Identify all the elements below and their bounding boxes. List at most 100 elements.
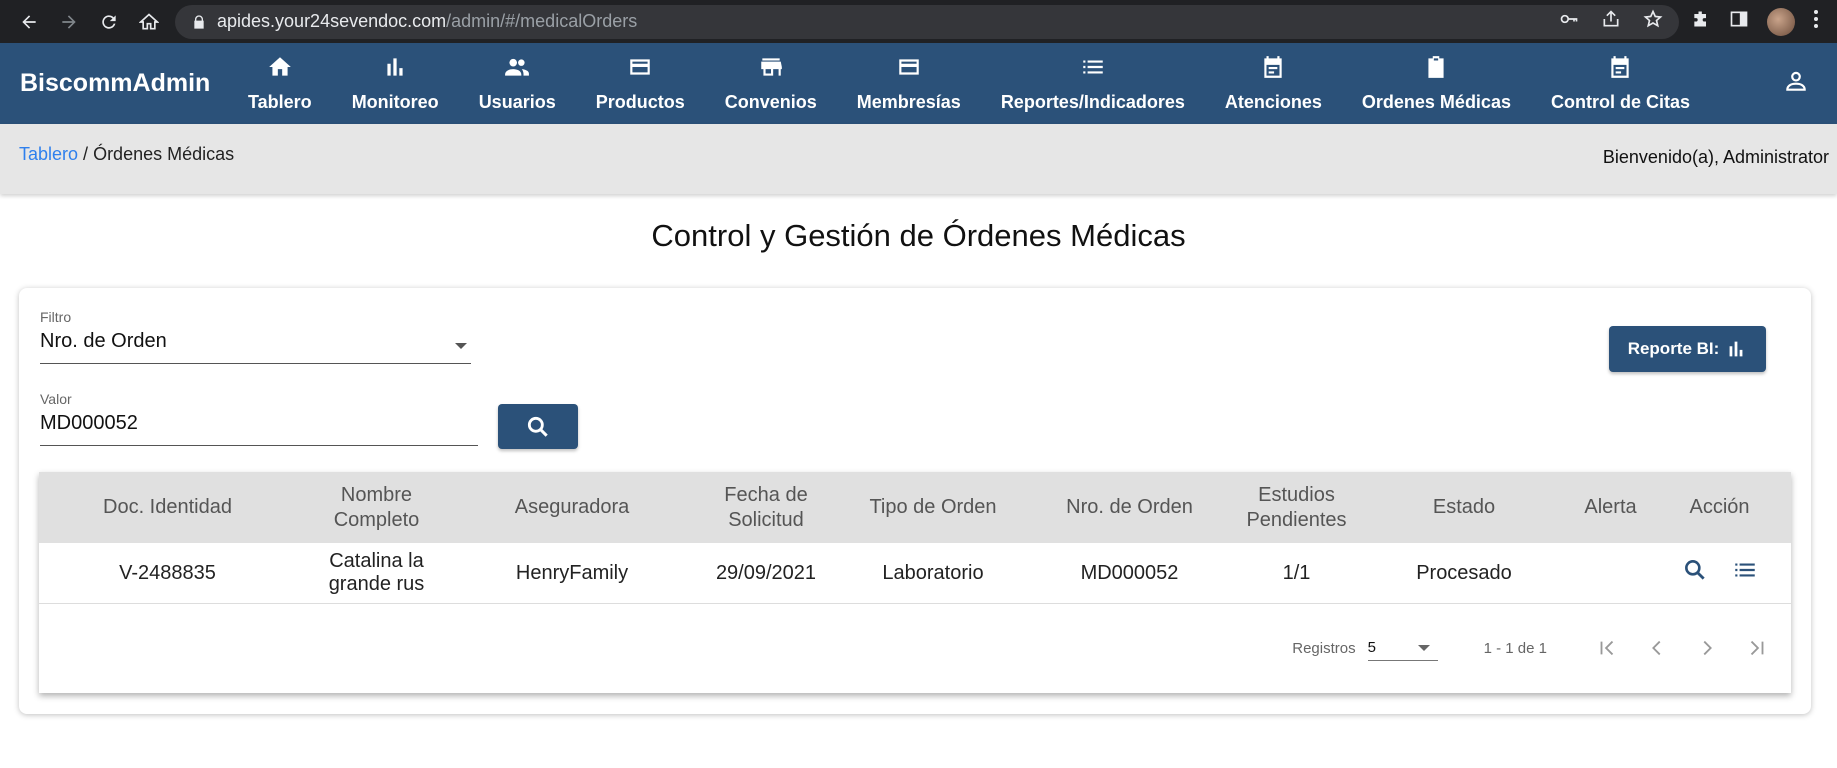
nav-item-label: Convenios xyxy=(724,92,817,112)
browser-nav xyxy=(10,9,175,35)
nav-menu: Tablero Monitoreo Usuarios Productos Con… xyxy=(228,43,1710,124)
breadcrumb-link-tablero[interactable]: Tablero xyxy=(19,144,78,164)
search-button[interactable] xyxy=(498,404,578,449)
nav-item-label: Control de Citas xyxy=(1550,92,1690,112)
event-note-icon xyxy=(1611,56,1630,78)
cell-doc-identidad: V-2488835 xyxy=(119,561,216,584)
cell-fecha-solicitud: 29/09/2021 xyxy=(715,561,817,584)
url-host: apides.your24sevendoc.com xyxy=(217,11,447,31)
nav-item-ordenes-medicas[interactable]: Ordenes Médicas xyxy=(1342,43,1531,124)
lock-icon xyxy=(194,14,204,29)
reload-icon[interactable] xyxy=(96,9,122,35)
cell-nombre-completo: Catalina la grande rus xyxy=(328,550,425,595)
nav-item-label: Monitoreo xyxy=(351,92,439,112)
nav-item-label: Usuarios xyxy=(478,92,556,112)
nav-item-monitoreo[interactable]: Monitoreo xyxy=(332,43,459,124)
report-bi-button[interactable]: Reporte BI: xyxy=(1609,326,1766,372)
paginator: Registros 5 1 - 1 de 1 xyxy=(39,604,1791,692)
cell-estado: Procesado xyxy=(1416,561,1512,584)
filter-select[interactable]: Filtro Nro. de Orden xyxy=(40,309,471,364)
previous-page-icon[interactable] xyxy=(1643,634,1671,662)
forward-arrow-icon[interactable] xyxy=(56,9,82,35)
report-bi-label: Reporte BI: xyxy=(1627,339,1720,358)
col-nro-orden[interactable]: Nro. de Orden xyxy=(1021,495,1238,520)
nav-item-label: Membresías xyxy=(856,92,961,112)
orders-card: Filtro Nro. de Orden Valor MD000052 Repo… xyxy=(19,288,1811,714)
side-panel-icon[interactable] xyxy=(1729,9,1749,34)
cell-aseguradora: HenryFamily xyxy=(515,561,629,584)
filter-label: Filtro xyxy=(40,309,72,325)
more-vert-icon[interactable] xyxy=(1813,9,1819,34)
col-estudios-pendientes[interactable]: Estudios Pendientes xyxy=(1238,483,1355,533)
table-row[interactable]: V-2488835 Catalina la grande rus HenryFa… xyxy=(39,543,1791,604)
cell-estudios-pendientes: 1/1 xyxy=(1282,561,1311,584)
nav-item-productos[interactable]: Productos xyxy=(576,43,705,124)
home-icon[interactable] xyxy=(136,9,162,35)
share-icon[interactable] xyxy=(1601,9,1621,34)
back-arrow-icon[interactable] xyxy=(16,9,42,35)
page-title: Control y Gestión de Órdenes Médicas xyxy=(651,218,1186,253)
nav-item-convenios[interactable]: Convenios xyxy=(705,43,837,124)
address-bar[interactable]: apides.your24sevendoc.com/admin/#/medica… xyxy=(175,4,1679,39)
nav-item-label: Ordenes Médicas xyxy=(1361,92,1511,112)
field-underline xyxy=(40,363,471,364)
nav-item-control-citas[interactable]: Control de Citas xyxy=(1531,43,1710,124)
key-icon[interactable] xyxy=(1559,9,1579,34)
view-search-icon[interactable] xyxy=(1682,557,1708,589)
col-estado[interactable]: Estado xyxy=(1355,495,1573,520)
nav-item-label: Tablero xyxy=(248,92,312,112)
star-icon[interactable] xyxy=(1643,9,1663,34)
dropdown-arrow-icon xyxy=(455,343,467,349)
breadcrumb-bar: Tablero / Órdenes Médicas Bienvenido(a),… xyxy=(0,124,1837,194)
table-header: Doc. Identidad Nombre Completo Asegurado… xyxy=(39,472,1791,543)
list-icon xyxy=(1083,60,1103,74)
url-path: /admin/#/medicalOrders xyxy=(446,11,638,31)
event-note-icon xyxy=(1264,56,1283,78)
value-label: Valor xyxy=(40,391,72,407)
clipboard-icon xyxy=(1428,56,1445,78)
card-icon xyxy=(630,59,650,75)
bar-chart-icon xyxy=(387,58,403,76)
col-fecha-solicitud[interactable]: Fecha de Solicitud xyxy=(687,483,845,533)
browser-toolbar: apides.your24sevendoc.com/admin/#/medica… xyxy=(0,0,1837,43)
col-accion: Acción xyxy=(1689,496,1750,518)
person-icon xyxy=(1786,71,1806,91)
user-menu-button[interactable] xyxy=(1783,68,1837,99)
nav-item-membresias[interactable]: Membresías xyxy=(837,43,981,124)
nav-item-atenciones[interactable]: Atenciones xyxy=(1205,43,1342,124)
app-navbar: BiscommAdmin Tablero Monitoreo Usuarios … xyxy=(0,43,1837,124)
dropdown-arrow-icon xyxy=(1417,645,1430,651)
last-page-icon[interactable] xyxy=(1743,634,1771,662)
page-range: 1 - 1 de 1 xyxy=(1483,639,1547,657)
value-text: MD000052 xyxy=(40,412,138,434)
extensions-icon[interactable] xyxy=(1691,9,1711,34)
people-icon xyxy=(505,58,530,76)
card-icon xyxy=(899,59,919,75)
first-page-icon[interactable] xyxy=(1593,634,1621,662)
value-input[interactable]: Valor MD000052 xyxy=(40,391,478,446)
bar-chart-icon xyxy=(1729,341,1743,357)
breadcrumb: Tablero / Órdenes Médicas xyxy=(19,144,234,194)
orders-table: Doc. Identidad Nombre Completo Asegurado… xyxy=(39,472,1791,693)
breadcrumb-current: Órdenes Médicas xyxy=(93,144,235,164)
nav-item-usuarios[interactable]: Usuarios xyxy=(459,43,576,124)
welcome-text: Bienvenido(a), Administrator xyxy=(1602,147,1829,167)
nav-item-reportes[interactable]: Reportes/Indicadores xyxy=(981,43,1205,124)
page-size-value: 5 xyxy=(1367,639,1376,656)
nav-item-label: Reportes/Indicadores xyxy=(1000,92,1185,112)
page-size-select[interactable]: 5 xyxy=(1367,635,1438,661)
details-list-icon[interactable] xyxy=(1732,557,1758,589)
col-doc-identidad[interactable]: Doc. Identidad xyxy=(39,495,296,520)
store-icon xyxy=(760,58,782,76)
breadcrumb-separator: / xyxy=(78,144,94,164)
profile-avatar[interactable] xyxy=(1767,7,1795,36)
col-tipo-orden[interactable]: Tipo de Orden xyxy=(845,495,1021,520)
col-aseguradora[interactable]: Aseguradora xyxy=(457,495,687,520)
col-nombre-completo[interactable]: Nombre Completo xyxy=(296,483,457,533)
filter-value: Nro. de Orden xyxy=(40,330,167,352)
col-alerta[interactable]: Alerta xyxy=(1573,495,1648,520)
cell-accion xyxy=(1648,557,1791,589)
brand-logo-text[interactable]: BiscommAdmin xyxy=(0,69,228,98)
next-page-icon[interactable] xyxy=(1693,634,1721,662)
nav-item-tablero[interactable]: Tablero xyxy=(228,43,332,124)
